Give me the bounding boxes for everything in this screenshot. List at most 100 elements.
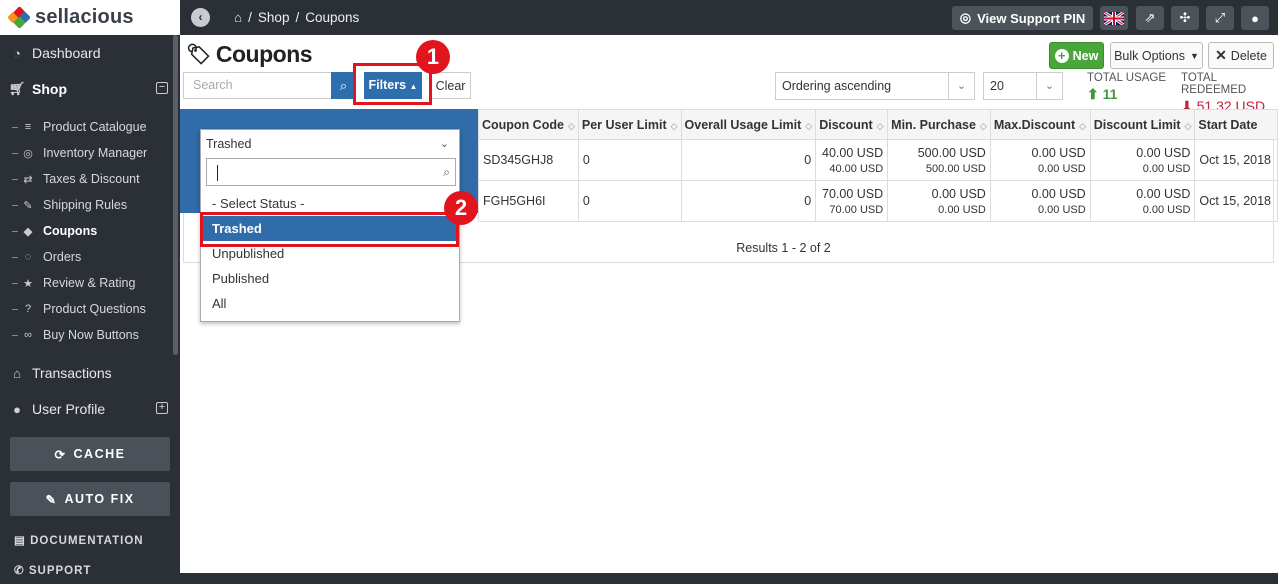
sidebar-item-user-profile[interactable]: ● User Profile + (0, 391, 180, 427)
chevron-down-icon: ⌄ (1036, 73, 1062, 99)
sidebar-subitem[interactable]: ◎ Inventory Manager (0, 140, 175, 166)
sidebar-subitem[interactable]: ★ Review & Rating (0, 270, 175, 296)
cell-start-date: Oct 15, 2018 (1194, 180, 1278, 222)
column-overall-usage-limit[interactable]: Overall Usage Limit ◇ (680, 109, 817, 140)
book-icon: ▤ (14, 535, 26, 547)
search-icon: ⌕ (443, 165, 450, 179)
sidebar-subitem[interactable]: ∞ Buy Now Buttons (0, 322, 175, 348)
limit-value: 20 (990, 79, 1004, 93)
auto-fix-button-label: AUTO FIX (64, 492, 135, 506)
sidebar-item-dashboard[interactable]: ◔ Dashboard (0, 35, 180, 71)
cell-discount-limit: 0.00 USD 0.00 USD (1089, 139, 1196, 181)
logo[interactable]: sellacious (0, 0, 180, 35)
page-title-text: Coupons (215, 41, 313, 67)
breadcrumb-shop[interactable]: Shop (258, 10, 290, 25)
column-per-user-limit[interactable]: Per User Limit ◇ (577, 109, 682, 140)
lifebuoy-icon: ◎ (959, 10, 972, 25)
view-support-pin-label: View Support PIN (977, 10, 1086, 26)
table-row[interactable]: SD345GHJ8 0 0 40.00 USD 40.00 USD 500.00 … (478, 139, 1278, 181)
status-option[interactable]: Published (201, 266, 459, 291)
sidebar-subitem[interactable]: ✎ Shipping Rules (0, 192, 175, 218)
documentation-link[interactable]: ▤ DOCUMENTATION (14, 533, 144, 547)
back-icon[interactable]: ‹ (191, 8, 210, 27)
table-row[interactable]: FGH5GH6I 0 0 70.00 USD 70.00 USD 0.00 USD… (478, 180, 1278, 222)
total-usage: TOTAL USAGE ⬆ 11 (1087, 72, 1166, 103)
sidebar-item-label: User Profile (32, 401, 106, 417)
footer-bar (180, 573, 1278, 584)
cell-discount-limit: 0.00 USD 0.00 USD (1089, 180, 1196, 222)
bulk-options-label: Bulk Options (1114, 48, 1185, 63)
breadcrumb-coupons: Coupons (305, 10, 360, 25)
sidebar-subitem-label: Shipping Rules (43, 198, 128, 212)
status-select[interactable]: Trashed ⌄ (201, 130, 459, 158)
column-coupon-code[interactable]: Coupon Code ◇ (478, 109, 579, 140)
text-cursor (217, 165, 218, 181)
joomla-icon[interactable]: ✣ (1171, 6, 1199, 30)
sidebar-subitem[interactable]: ◆ Coupons (0, 218, 175, 244)
limit-select[interactable]: 20 ⌄ (983, 72, 1063, 100)
bulk-options-button[interactable]: Bulk Options ▼ (1110, 42, 1203, 69)
cell-min-purchase: 500.00 USD 500.00 USD (887, 139, 991, 181)
tree-line (12, 256, 18, 258)
menu-item-icon: ≡ (24, 121, 32, 133)
sidebar-item-transactions[interactable]: ⌂ Transactions (0, 355, 180, 391)
ticket-icon: 🏷︎ (186, 44, 211, 66)
breadcrumb-separator: / (295, 10, 300, 25)
cart-icon: 🛒︎ (8, 81, 26, 96)
menu-item-icon: ⇄ (23, 173, 33, 186)
menu-item-icon: ◆ (23, 225, 33, 238)
clear-button[interactable]: Clear (431, 72, 471, 99)
refresh-icon: ⟳ (54, 447, 67, 462)
new-button[interactable]: + New (1049, 42, 1104, 69)
fullscreen-icon[interactable]: ⤢ (1206, 6, 1234, 30)
sidebar-scrollbar[interactable] (173, 35, 178, 355)
sidebar-item-label: Transactions (32, 365, 112, 381)
status-search-input[interactable]: ⌕ (206, 158, 456, 186)
ordering-select[interactable]: Ordering ascending ⌄ (775, 72, 975, 100)
cell-coupon-code[interactable]: SD345GHJ8 (478, 139, 579, 181)
page-title: 🏷︎ Coupons (186, 41, 313, 68)
sidebar-subitem[interactable]: ◌ Orders (0, 244, 175, 270)
search-input[interactable]: Search (183, 72, 331, 99)
view-support-pin-button[interactable]: ◎ View Support PIN (952, 6, 1093, 30)
column-max-discount[interactable]: Max.Discount ◇ (989, 109, 1091, 140)
delete-button[interactable]: ✕ Delete (1208, 42, 1274, 69)
column-discount-limit[interactable]: Discount Limit ◇ (1089, 109, 1196, 140)
support-link[interactable]: ✆ SUPPORT (14, 563, 91, 577)
sidebar-item-shop[interactable]: 🛒︎ Shop − (0, 71, 180, 107)
status-selected-value: Trashed (206, 137, 252, 151)
home-icon[interactable]: ⌂ (234, 10, 242, 25)
external-link-icon[interactable]: ⇗ (1136, 6, 1164, 30)
auto-fix-button[interactable]: ✎ AUTO FIX (10, 482, 170, 516)
sidebar-subitem[interactable]: ≡ Product Catalogue (0, 114, 175, 140)
tree-line (12, 204, 18, 206)
collapse-icon[interactable]: − (156, 82, 168, 94)
cell-min-purchase: 0.00 USD 0.00 USD (887, 180, 991, 222)
tree-line (12, 152, 18, 154)
sidebar-subitem-label: Taxes & Discount (43, 172, 140, 186)
sidebar-subitem[interactable]: ⇄ Taxes & Discount (0, 166, 175, 192)
menu-item-icon: ? (24, 303, 32, 315)
sidebar-item-label: Shop (32, 81, 67, 97)
shop-submenu: ≡ Product Catalogue ◎ Inventory Manager ⇄ Tax… (0, 114, 175, 348)
cell-per-user-limit: 0 (577, 180, 682, 222)
total-redeemed-label: TOTAL REDEEMED (1181, 72, 1247, 96)
language-flag-icon[interactable] (1100, 6, 1128, 30)
menu-item-icon: ∞ (24, 329, 32, 341)
status-option[interactable]: All (201, 291, 459, 316)
column-min-purchase[interactable]: Min. Purchase ◇ (887, 109, 991, 140)
bank-icon: ⌂ (13, 365, 21, 381)
cache-button[interactable]: ⟳ CACHE (10, 437, 170, 471)
sidebar-subitem[interactable]: ? Product Questions (0, 296, 175, 322)
close-icon: ✕ (1215, 47, 1227, 63)
caret-down-icon: ▼ (1189, 50, 1199, 61)
tree-line (12, 126, 18, 128)
column-discount[interactable]: Discount ◇ (815, 109, 889, 140)
tree-line (12, 308, 18, 310)
expand-icon[interactable]: + (156, 402, 168, 414)
documentation-label: DOCUMENTATION (30, 535, 144, 547)
cell-overall-usage-limit: 0 (680, 180, 817, 222)
user-menu-icon[interactable]: ● (1241, 6, 1269, 30)
column-start-date[interactable]: Start Date (1194, 109, 1278, 140)
cell-coupon-code[interactable]: FGH5GH6I (478, 180, 579, 222)
